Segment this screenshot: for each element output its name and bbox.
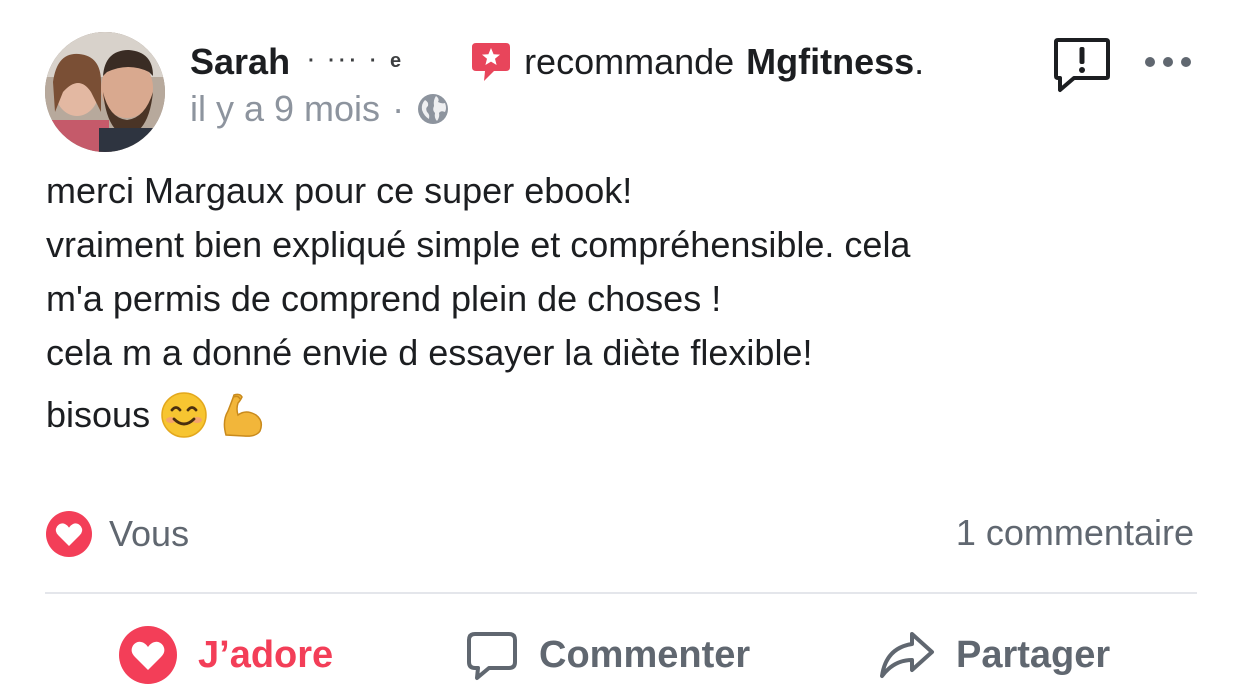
share-arrow-icon (880, 632, 934, 678)
action-bar: J’adore Commenter Partager (0, 615, 1242, 695)
report-button[interactable] (1052, 36, 1112, 94)
comment-button[interactable]: Commenter (465, 615, 750, 695)
more-dots-icon (1145, 57, 1191, 67)
post-meta: il y a 9 mois · (190, 88, 450, 130)
recommends-text: recommande (524, 41, 735, 82)
share-button-label: Partager (956, 633, 1111, 676)
post-body-line: m'a permis de comprend plein de choses ! (46, 278, 722, 319)
post-body: merci Margaux pour ce super ebook! vraim… (46, 164, 1206, 442)
action-divider (45, 592, 1197, 594)
report-speech-bubble-icon (1054, 38, 1110, 92)
post-body-line: cela m a donné envie d essayer la diète … (46, 332, 813, 373)
page-name-link[interactable]: Mgfitness (746, 41, 914, 83)
post-body-line: vraiment bien expliqué simple et compréh… (46, 224, 911, 265)
reactions-label: Vous (109, 513, 190, 554)
recommend-star-bubble-icon (472, 43, 511, 81)
author-avatar[interactable] (45, 32, 165, 152)
comment-button-label: Commenter (539, 633, 751, 676)
comment-bubble-icon (467, 632, 517, 680)
love-reaction-icon (119, 626, 177, 684)
smiling-face-emoji (161, 392, 207, 438)
flexed-biceps-emoji (223, 393, 263, 437)
post-timestamp[interactable]: il y a 9 mois (190, 88, 380, 130)
meta-separator: · (392, 88, 405, 129)
redacted-text: · ··· · e (308, 50, 406, 72)
love-button[interactable]: J’adore (118, 615, 333, 695)
post-closing-line: bisous (46, 388, 1206, 442)
comments-count[interactable]: 1 commentaire (956, 512, 1194, 554)
avatar-photo (45, 32, 165, 152)
reactions-summary[interactable]: Vous (45, 510, 189, 558)
love-reaction-icon (46, 511, 92, 557)
love-button-label: J’adore (198, 633, 334, 676)
post-body-line: merci Margaux pour ce super ebook! (46, 170, 633, 211)
share-button[interactable]: Partager (878, 615, 1110, 695)
closing-text: bisous (46, 394, 151, 435)
author-name[interactable]: Sarah (190, 41, 290, 83)
post-header: Sarah · ··· · e recommande Mgfitness. (190, 40, 924, 84)
more-options-button[interactable] (1140, 52, 1196, 72)
globe-icon (418, 94, 449, 124)
author-surname-redacted: · ··· · e (298, 45, 468, 79)
page-name-suffix: . (914, 41, 925, 82)
